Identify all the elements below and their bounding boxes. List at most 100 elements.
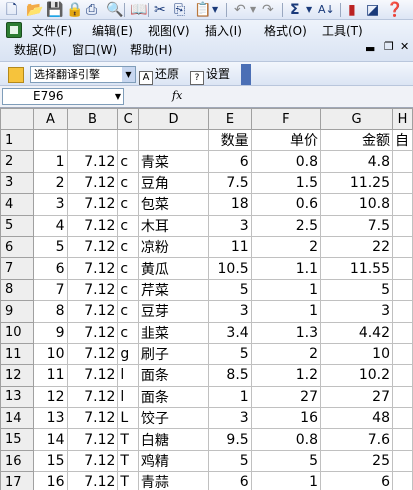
cell-f[interactable]: 0.8 bbox=[250, 150, 322, 173]
cell-g[interactable]: 22 bbox=[320, 235, 393, 259]
column-header-c[interactable]: C bbox=[117, 108, 139, 130]
cell-f[interactable]: 1.1 bbox=[250, 257, 322, 280]
row-header[interactable]: 7 bbox=[0, 257, 35, 280]
open-folder-icon[interactable]: 📂 bbox=[26, 0, 43, 20]
cell-b[interactable]: 7.12 bbox=[66, 150, 119, 173]
cell-h[interactable] bbox=[392, 300, 413, 323]
column-header-h[interactable]: H bbox=[392, 108, 413, 130]
cell-g[interactable]: 3 bbox=[320, 300, 393, 323]
cell-c[interactable]: c bbox=[117, 278, 139, 302]
row-header[interactable]: 4 bbox=[0, 193, 35, 216]
cell-c[interactable]: c bbox=[117, 300, 139, 323]
function-icon[interactable]: fx bbox=[172, 89, 182, 102]
cell-f[interactable]: 1 bbox=[250, 278, 322, 302]
cell-c[interactable]: c bbox=[117, 235, 139, 259]
menu-format[interactable]: 格式(O) bbox=[264, 23, 307, 39]
cell-e[interactable]: 3 bbox=[208, 407, 252, 430]
row-header[interactable]: 17 bbox=[0, 471, 35, 490]
cell-h[interactable] bbox=[392, 364, 413, 387]
cell-f[interactable]: 0.6 bbox=[250, 193, 322, 216]
row-header[interactable]: 5 bbox=[0, 214, 35, 237]
cell-a[interactable]: 7 bbox=[33, 278, 68, 302]
cell-e[interactable]: 数量 bbox=[208, 128, 252, 152]
cell-c[interactable]: T bbox=[117, 471, 139, 490]
cell-g[interactable]: 25 bbox=[320, 449, 393, 473]
minimize-icon[interactable]: ▬ bbox=[365, 42, 375, 55]
cell-d[interactable]: 面条 bbox=[137, 385, 210, 409]
cell-a[interactable]: 11 bbox=[33, 364, 68, 387]
cell-e[interactable]: 5 bbox=[208, 278, 252, 302]
save-icon[interactable]: 💾 bbox=[46, 0, 63, 20]
cell-d[interactable]: 韭菜 bbox=[137, 321, 210, 344]
cell-h[interactable] bbox=[392, 235, 413, 259]
row-header[interactable]: 14 bbox=[0, 407, 35, 430]
cell-a[interactable]: 16 bbox=[33, 471, 68, 490]
cell-h[interactable] bbox=[392, 278, 413, 302]
cell-b[interactable]: 7.12 bbox=[66, 428, 119, 451]
cell-d[interactable]: 青蒜 bbox=[137, 471, 210, 490]
settings-button[interactable]: ? 设置 bbox=[190, 65, 230, 85]
print-preview-icon[interactable]: 🔍 bbox=[106, 0, 123, 20]
cell-b[interactable]: 7.12 bbox=[66, 257, 119, 280]
cell-b[interactable]: 7.12 bbox=[66, 364, 119, 387]
cell-a[interactable]: 15 bbox=[33, 449, 68, 473]
paste-icon[interactable]: 📋 bbox=[194, 0, 211, 20]
cell-b[interactable]: 7.12 bbox=[66, 193, 119, 216]
cell-e[interactable]: 3 bbox=[208, 214, 252, 237]
cell-a[interactable]: 8 bbox=[33, 300, 68, 323]
cell-g[interactable]: 4.8 bbox=[320, 150, 393, 173]
cell-e[interactable]: 9.5 bbox=[208, 428, 252, 451]
cell-c[interactable]: c bbox=[117, 257, 139, 280]
row-header[interactable]: 1 bbox=[0, 128, 35, 152]
redo-icon[interactable]: ↷ bbox=[262, 0, 274, 20]
cell-f[interactable]: 27 bbox=[250, 385, 322, 409]
cell-b[interactable]: 7.12 bbox=[66, 300, 119, 323]
cell-d[interactable]: 刷子 bbox=[137, 342, 210, 366]
cell-d[interactable]: 青菜 bbox=[137, 150, 210, 173]
menu-file[interactable]: 文件(F) bbox=[32, 23, 72, 39]
cell-a[interactable]: 14 bbox=[33, 428, 68, 451]
cell-d[interactable]: 芹菜 bbox=[137, 278, 210, 302]
cell-c[interactable] bbox=[117, 128, 139, 152]
cell-e[interactable]: 18 bbox=[208, 193, 252, 216]
cell-d[interactable] bbox=[137, 128, 210, 152]
row-header[interactable]: 10 bbox=[0, 321, 35, 344]
cell-d[interactable]: 鸡精 bbox=[137, 449, 210, 473]
cell-a[interactable]: 3 bbox=[33, 193, 68, 216]
cell-c[interactable]: l bbox=[117, 385, 139, 409]
cell-a[interactable]: 5 bbox=[33, 235, 68, 259]
research-icon[interactable]: 📖 bbox=[130, 0, 147, 20]
cell-g[interactable]: 48 bbox=[320, 407, 393, 430]
cell-h[interactable] bbox=[392, 342, 413, 366]
cell-e[interactable]: 7.5 bbox=[208, 171, 252, 195]
cell-h[interactable] bbox=[392, 407, 413, 430]
cell-h[interactable] bbox=[392, 193, 413, 216]
cell-f[interactable]: 单价 bbox=[250, 128, 322, 152]
cell-f[interactable]: 1.2 bbox=[250, 364, 322, 387]
cell-h[interactable] bbox=[392, 321, 413, 344]
column-header-e[interactable]: E bbox=[208, 108, 252, 130]
cell-d[interactable]: 凉粉 bbox=[137, 235, 210, 259]
cell-c[interactable]: T bbox=[117, 428, 139, 451]
cell-h[interactable] bbox=[392, 214, 413, 237]
print-icon[interactable]: ⎙ bbox=[86, 0, 97, 20]
autosum-dropdown-icon[interactable]: ▼ bbox=[306, 0, 312, 20]
undo-dropdown-icon[interactable]: ▼ bbox=[250, 0, 256, 20]
permission-icon[interactable]: 🔒 bbox=[66, 0, 83, 20]
cell-f[interactable]: 2.5 bbox=[250, 214, 322, 237]
cell-f[interactable]: 1 bbox=[250, 300, 322, 323]
column-header-a[interactable]: A bbox=[33, 108, 68, 130]
cell-h[interactable] bbox=[392, 428, 413, 451]
cell-d[interactable]: 黄瓜 bbox=[137, 257, 210, 280]
cell-e[interactable]: 5 bbox=[208, 449, 252, 473]
row-header[interactable]: 12 bbox=[0, 364, 35, 387]
cell-d[interactable]: 面条 bbox=[137, 364, 210, 387]
cell-c[interactable]: T bbox=[117, 449, 139, 473]
cell-g[interactable]: 7.5 bbox=[320, 214, 393, 237]
row-header[interactable]: 3 bbox=[0, 171, 35, 195]
undo-icon[interactable]: ↶ bbox=[234, 0, 246, 20]
row-header[interactable]: 8 bbox=[0, 278, 35, 302]
chevron-down-icon[interactable]: ▼ bbox=[122, 67, 135, 82]
cell-a[interactable]: 9 bbox=[33, 321, 68, 344]
cell-g[interactable]: 11.55 bbox=[320, 257, 393, 280]
